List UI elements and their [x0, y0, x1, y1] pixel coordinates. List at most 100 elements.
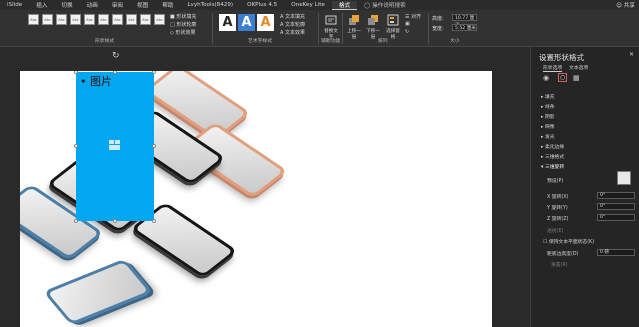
shape-outline-label: 形状轮廓 [176, 22, 197, 28]
height-label: 高度: [432, 16, 444, 22]
text-effects-button[interactable]: A 文本效果 [280, 29, 305, 36]
resize-handle-w[interactable] [74, 144, 78, 148]
keep-text-flat-label: 保持文本平面状态(K) [548, 240, 595, 245]
resize-handle-s[interactable] [113, 219, 117, 223]
shape-style-swatch[interactable]: Abc [56, 14, 67, 25]
shape-style-swatch[interactable]: Abc [140, 14, 151, 25]
bring-forward-button[interactable]: 上移一层 [345, 14, 363, 40]
tell-me-label: 操作说明搜索 [372, 3, 406, 9]
keep-text-flat-checkbox[interactable]: ☐ 保持文本平面状态(K) [543, 238, 594, 245]
lightbulb-icon: ◯ [364, 3, 371, 9]
wordart-style-plain[interactable]: A [219, 14, 236, 31]
section-line[interactable]: ▸ 线条 [541, 103, 555, 110]
tab-islide[interactable]: iSlide [0, 2, 29, 8]
section-3d-format[interactable]: ▸ 三维格式 [541, 153, 564, 160]
slide[interactable]: • 图片 [20, 71, 492, 327]
selection-pane-label: 选择窗格 [386, 29, 400, 40]
wordart-style-blue[interactable]: A [238, 14, 255, 31]
section-reflection[interactable]: ▸ 映像 [541, 123, 555, 130]
y-rotation-field[interactable]: 0° [597, 203, 635, 210]
size-properties-icon[interactable]: ▦ [573, 74, 580, 82]
shape-style-swatch[interactable]: Abc [70, 14, 81, 25]
tell-me-search[interactable]: ◯ 操作说明搜索 [357, 1, 413, 9]
alt-text-icon [325, 14, 337, 26]
tab-lvyhtools[interactable]: LvyhTools(8429) [180, 2, 240, 8]
send-backward-icon [367, 14, 379, 26]
text-fill-button[interactable]: A 文本填充 [280, 13, 305, 20]
section-fill[interactable]: ▸ 填充 [541, 93, 555, 100]
section-3d-rotation[interactable]: ▾ 三维旋转 [541, 163, 564, 170]
slide-canvas-area: • 图片 ↻ [0, 47, 530, 327]
effects-icon[interactable]: ○ [558, 73, 567, 82]
width-field[interactable]: 5.52 厘米 [452, 24, 477, 31]
wordart-style-orange[interactable]: A [257, 14, 274, 31]
section-soft-edges[interactable]: ▸ 柔化边缘 [541, 143, 564, 150]
section-shadow[interactable]: ▸ 阴影 [541, 113, 555, 120]
arrange-group-label: 排列 [378, 39, 388, 44]
tab-onekey[interactable]: OneKey Lite [284, 2, 332, 8]
accessibility-group-label: 辅助功能 [321, 39, 341, 44]
rotate-handle-icon[interactable]: ↻ [112, 51, 120, 61]
shape-fill-button[interactable]: ■ 形状填充 [170, 13, 196, 20]
shape-style-swatch[interactable]: Abc [112, 14, 123, 25]
resize-handle-sw[interactable] [74, 219, 78, 223]
distance-label: 距底边高度(D) [547, 252, 579, 257]
align-button[interactable]: ☰ 对齐 [405, 13, 421, 20]
section-glow[interactable]: ▸ 发光 [541, 133, 555, 140]
tab-animations[interactable]: 动画 [80, 1, 105, 9]
preset-dropdown[interactable] [617, 171, 631, 185]
tab-view[interactable]: 视图 [130, 1, 155, 9]
rotate-button[interactable]: ↻ [405, 29, 409, 35]
share-button[interactable]: ☺ 共享 [616, 1, 635, 9]
resize-handle-se[interactable] [152, 219, 156, 223]
z-rotation-field[interactable]: 0° [597, 214, 635, 221]
shape-style-swatch[interactable]: Abc [28, 14, 39, 25]
text-fill-label: 文本填充 [285, 14, 306, 20]
section-shadow-label: 阴影 [544, 115, 555, 120]
shape-bullet-text[interactable]: • 图片 [80, 73, 112, 89]
shape-style-swatch[interactable]: Abc [42, 14, 53, 25]
y-rotation-label: Y 旋转(Y) [547, 206, 568, 211]
shape-style-swatch[interactable]: Abc [84, 14, 95, 25]
tab-text-options[interactable]: 文本选项 [569, 64, 588, 71]
shape-style-swatch[interactable]: Abc [126, 14, 137, 25]
selection-pane-icon [387, 14, 399, 26]
width-label: 宽度: [432, 26, 444, 32]
image-placeholder-icon[interactable] [109, 140, 120, 150]
shape-style-swatch[interactable]: Abc [98, 14, 109, 25]
tab-shape-options[interactable]: 形状选项 [543, 64, 563, 72]
shape-outline-button[interactable]: □ 形状轮廓 [170, 21, 196, 28]
height-field[interactable]: 10.77 厘米 [452, 14, 477, 28]
text-outline-button[interactable]: A 文本轮廓 [280, 21, 305, 28]
x-rotation-field[interactable]: 0° [597, 192, 635, 199]
size-group-label: 大小 [450, 39, 460, 44]
text-outline-label: 文本轮廓 [285, 22, 306, 28]
shape-style-swatch[interactable]: Abc [154, 14, 165, 25]
close-icon[interactable]: ✕ [629, 51, 634, 58]
bring-forward-label: 上移一层 [347, 29, 361, 40]
tab-review[interactable]: 审阅 [105, 1, 130, 9]
group-divider [212, 13, 213, 44]
tab-okplus[interactable]: OKPlus 4.5 [240, 2, 284, 8]
tab-format[interactable]: 格式 [331, 0, 358, 10]
distance-field[interactable]: 0 磅 [597, 249, 635, 256]
group-divider [428, 13, 429, 44]
fill-line-icon[interactable]: ◉ [543, 74, 549, 82]
x-rotation-label: X 旋转(X) [547, 195, 569, 200]
ribbon-tabs: iSlide 插入 切换 动画 审阅 视图 帮助 LvyhTools(8429)… [0, 0, 639, 10]
resize-handle-ne[interactable] [152, 71, 156, 74]
perspective-label: 透视(E) [547, 229, 564, 234]
preset-label: 预设(P) [547, 179, 564, 184]
tab-insert[interactable]: 插入 [29, 1, 54, 9]
phone-image-blue [43, 258, 153, 326]
pane-title: 设置形状格式 [539, 53, 584, 62]
group-divider [318, 13, 319, 44]
resize-handle-e[interactable] [152, 144, 156, 148]
shape-effects-button[interactable]: ◇ 形状效果 [170, 29, 195, 36]
group-button[interactable]: ▣ [405, 21, 410, 27]
tab-transitions[interactable]: 切换 [54, 1, 79, 9]
tab-help[interactable]: 帮助 [155, 1, 180, 9]
section-fill-label: 填充 [544, 95, 555, 100]
section-reflection-label: 映像 [544, 125, 555, 130]
reset-button[interactable]: 重置(R) [551, 261, 568, 268]
